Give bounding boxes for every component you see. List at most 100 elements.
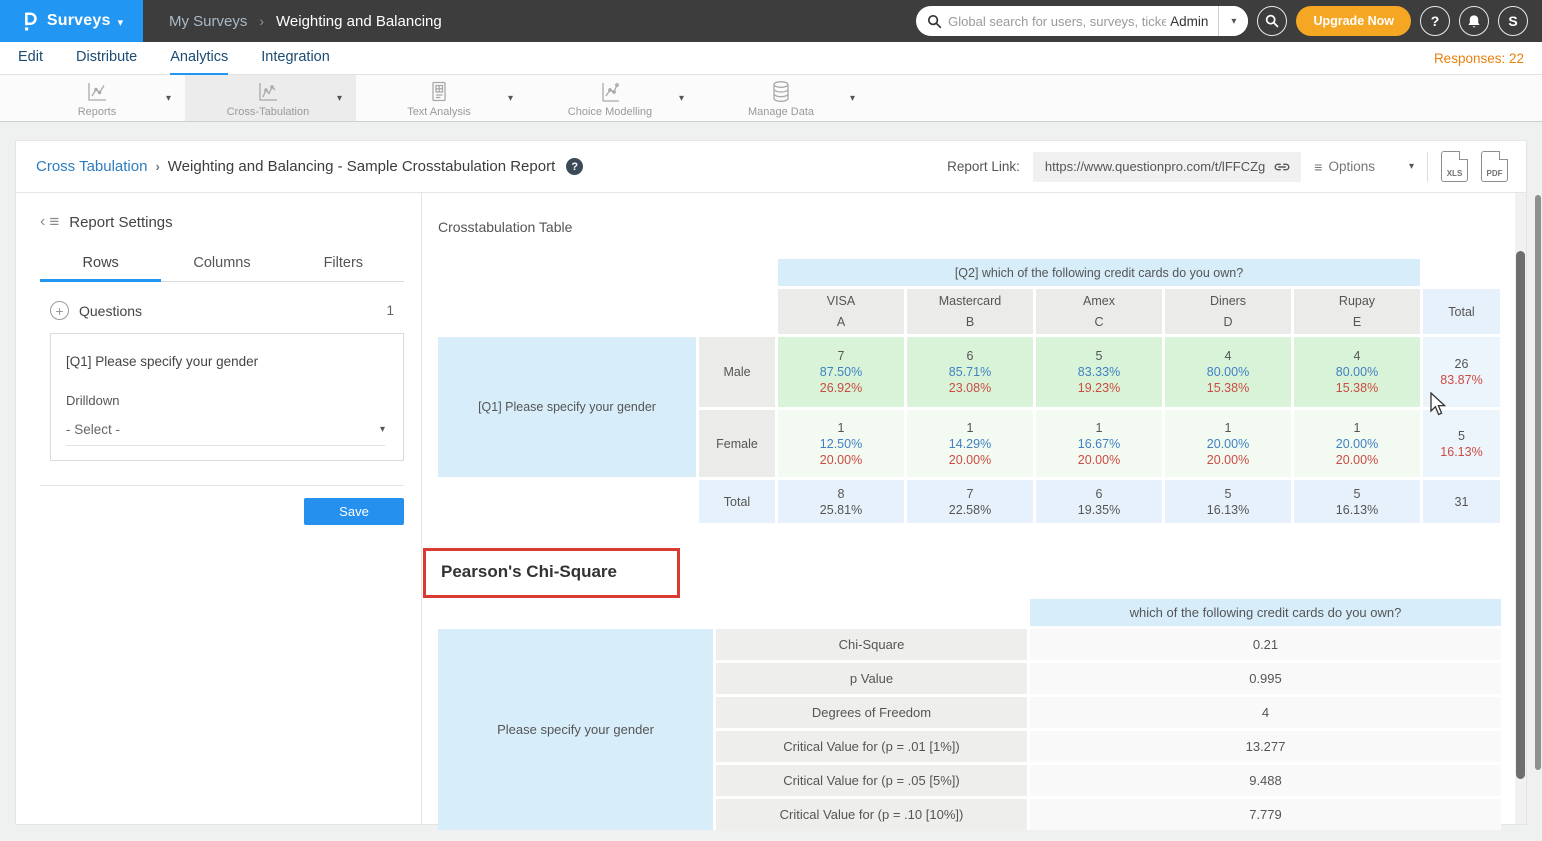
chevron-down-icon[interactable]: ▾ (679, 93, 684, 104)
toolbar-choice-modelling[interactable]: Choice Modelling ▾ (527, 75, 698, 121)
search-input[interactable] (948, 14, 1166, 29)
count: 1 (967, 421, 974, 435)
column-name: Rupay (1339, 292, 1375, 311)
divider (40, 485, 404, 486)
responses-count[interactable]: Responses: 22 (1434, 51, 1524, 66)
breadcrumb-current-survey: Weighting and Balancing (276, 13, 442, 30)
total-cell: 619.35% (1036, 480, 1162, 523)
avatar[interactable]: S (1498, 6, 1528, 36)
analytics-toolbar: Reports ▾ Cross-Tabulation ▾ Text Analys… (0, 75, 1542, 122)
pct: 16.13% (1440, 445, 1482, 459)
hamburger-icon[interactable]: ≡ (49, 212, 59, 232)
report-body: ‹ ≡ Report Settings Rows Columns Filters… (16, 193, 1526, 825)
column-group-header: [Q2] which of the following credit cards… (778, 259, 1420, 286)
chi-stat-value: 0.21 (1030, 629, 1501, 660)
tab-distribute[interactable]: Distribute (76, 42, 137, 75)
total-cell: 825.81% (778, 480, 904, 523)
line-chart-icon (255, 79, 281, 105)
column-code: A (837, 313, 845, 332)
upgrade-now-button[interactable]: Upgrade Now (1296, 6, 1411, 36)
tab-integration[interactable]: Integration (261, 42, 330, 75)
toolbar-cross-tabulation[interactable]: Cross-Tabulation ▾ (185, 75, 356, 121)
pct: 16.13% (1207, 503, 1249, 517)
questions-label: Questions (79, 303, 142, 319)
page-scrollbar-thumb[interactable] (1535, 195, 1541, 770)
chevron-right-icon: › (259, 13, 264, 29)
header-actions: Admin ▾ Upgrade Now ? S (916, 0, 1542, 42)
column-header-diners: DinersD (1165, 289, 1291, 334)
toolbar-manage-data[interactable]: Manage Data ▾ (698, 75, 869, 121)
row-pct: 12.50% (820, 437, 862, 451)
count: 7 (838, 349, 845, 363)
count: 5 (1354, 487, 1361, 501)
question-mark-icon: ? (1431, 13, 1440, 29)
tab-rows[interactable]: Rows (40, 249, 161, 282)
notifications-button[interactable] (1459, 6, 1489, 36)
row-total-cell: 5 16.13% (1423, 410, 1500, 477)
chevron-down-icon[interactable]: ▾ (337, 93, 342, 104)
row-label-female: Female (699, 410, 775, 477)
help-button[interactable]: ? (1420, 6, 1450, 36)
tab-analytics[interactable]: Analytics (170, 42, 228, 75)
chevron-down-icon: ▾ (118, 16, 124, 29)
chevron-down-icon[interactable]: ▾ (850, 93, 855, 104)
product-switcher[interactable]: Surveys ▾ (0, 0, 143, 42)
tab-edit[interactable]: Edit (18, 42, 43, 75)
chevron-down-icon[interactable]: ▾ (508, 93, 513, 104)
report-url-box[interactable]: https://www.questionpro.com/t/lFFCZg (1033, 152, 1301, 182)
question-card: [Q1] Please specify your gender Drilldow… (50, 333, 404, 461)
divider (1427, 152, 1428, 182)
data-cell: 114.29%20.00% (907, 410, 1033, 477)
search-scope-dropdown[interactable]: ▾ (1219, 6, 1248, 36)
report-title: Weighting and Balancing - Sample Crossta… (168, 158, 555, 175)
add-question-button[interactable]: + (50, 301, 69, 320)
col-pct: 19.23% (1078, 381, 1120, 395)
breadcrumb-my-surveys[interactable]: My Surveys (169, 13, 247, 30)
chevron-down-icon: ▾ (380, 424, 385, 435)
chi-stat-value: 9.488 (1030, 765, 1501, 796)
chi-stat-value: 13.277 (1030, 731, 1501, 762)
options-dropdown[interactable]: ≡ Options ▾ (1314, 159, 1414, 175)
settings-tabs: Rows Columns Filters (40, 249, 404, 282)
data-cell: 480.00%15.38% (1165, 337, 1291, 407)
save-button[interactable]: Save (304, 498, 404, 525)
row-pct: 87.50% (820, 365, 862, 379)
col-pct: 23.08% (949, 381, 991, 395)
scrollbar-thumb[interactable] (1516, 251, 1525, 779)
help-icon[interactable]: ? (566, 158, 583, 175)
questions-row: + Questions 1 (40, 301, 404, 320)
annotation-red-box: Pearson's Chi-Square (423, 548, 680, 598)
col-pct: 26.92% (820, 381, 862, 395)
col-pct: 20.00% (1336, 453, 1378, 467)
toolbar-reports[interactable]: Reports ▾ (14, 75, 185, 121)
chevron-down-icon[interactable]: ▾ (166, 93, 171, 104)
count: 5 (1458, 429, 1465, 443)
export-pdf-button[interactable]: PDF (1481, 151, 1508, 182)
drilldown-select[interactable]: - Select - ▾ (66, 422, 385, 446)
tab-filters[interactable]: Filters (283, 249, 404, 282)
row-pct: 83.33% (1078, 365, 1120, 379)
col-pct: 20.00% (1078, 453, 1120, 467)
count: 5 (1225, 487, 1232, 501)
chi-row-question-cell: Please specify your gender (438, 629, 713, 830)
chevron-left-icon[interactable]: ‹ (40, 213, 45, 231)
data-cell: 583.33%19.23% (1036, 337, 1162, 407)
database-icon (768, 79, 794, 105)
count: 1 (838, 421, 845, 435)
total-cell: 516.13% (1294, 480, 1420, 523)
search-button[interactable] (1257, 6, 1287, 36)
count: 8 (838, 487, 845, 501)
export-xls-button[interactable]: XLS (1441, 151, 1468, 182)
cross-tabulation-link[interactable]: Cross Tabulation (36, 158, 147, 175)
data-cell: 112.50%20.00% (778, 410, 904, 477)
toolbar-label: Choice Modelling (568, 106, 652, 118)
row-pct: 20.00% (1207, 437, 1249, 451)
report-breadcrumb: Cross Tabulation › Weighting and Balanci… (36, 158, 583, 175)
line-chart-icon (84, 79, 110, 105)
content-scrollbar[interactable] (1515, 193, 1526, 824)
data-cell: 685.71%23.08% (907, 337, 1033, 407)
toolbar-text-analysis[interactable]: Text Analysis ▾ (356, 75, 527, 121)
tab-columns[interactable]: Columns (161, 249, 282, 282)
link-icon (1273, 161, 1291, 173)
column-code: D (1223, 313, 1232, 332)
